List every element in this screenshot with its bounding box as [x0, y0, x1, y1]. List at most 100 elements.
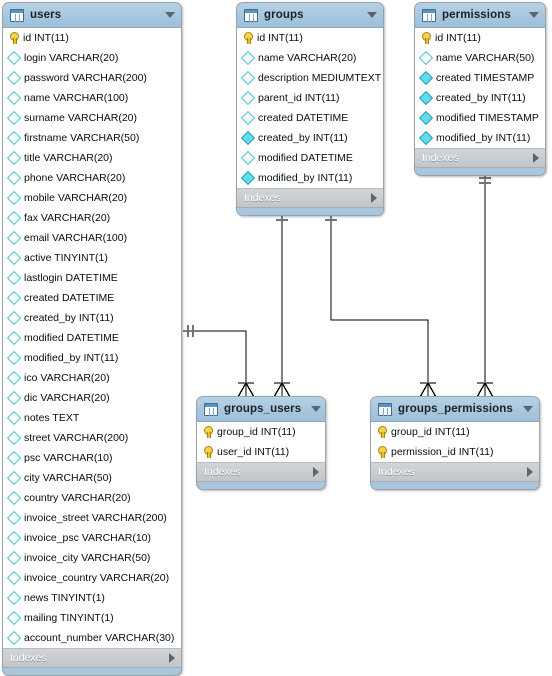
column-row[interactable]: created TIMESTAMP — [415, 68, 545, 88]
column-row[interactable]: notes TEXT — [3, 408, 181, 428]
column-row[interactable]: modified TIMESTAMP — [415, 108, 545, 128]
column-row[interactable]: permission_id INT(11) — [371, 442, 539, 462]
diamond-icon — [6, 550, 22, 566]
indexes-bar-users[interactable]: Indexes — [3, 649, 181, 668]
table-icon — [378, 402, 392, 416]
column-row[interactable]: created_by INT(11) — [3, 308, 181, 328]
column-row[interactable]: created DATETIME — [3, 288, 181, 308]
column-row[interactable]: invoice_street VARCHAR(200) — [3, 508, 181, 528]
column-label: parent_id INT(11) — [258, 92, 340, 104]
table-card-groups_permissions[interactable]: groups_permissions group_id INT(11) permis… — [370, 396, 540, 490]
chevron-down-icon[interactable] — [529, 12, 539, 18]
table-card-permissions[interactable]: permissions id INT(11) name VARCHAR(50) cre… — [414, 2, 546, 176]
indexes-bar-permissions[interactable]: Indexes — [415, 149, 545, 168]
column-row[interactable]: created_by INT(11) — [237, 128, 383, 148]
indexes-bar-groups_permissions[interactable]: Indexes — [371, 463, 539, 482]
column-label: firstname VARCHAR(50) — [24, 132, 140, 144]
column-label: account_number VARCHAR(30) — [24, 632, 175, 644]
column-label: invoice_psc VARCHAR(10) — [24, 532, 152, 544]
column-row[interactable]: modified_by INT(11) — [415, 128, 545, 148]
indexes-bar-groups_users[interactable]: Indexes — [197, 463, 325, 482]
table-header-groups_users[interactable]: groups_users — [197, 397, 325, 422]
column-row[interactable]: fax VARCHAR(20) — [3, 208, 181, 228]
column-row[interactable]: id INT(11) — [415, 28, 545, 48]
table-header-permissions[interactable]: permissions — [415, 3, 545, 28]
column-row[interactable]: psc VARCHAR(10) — [3, 448, 181, 468]
diamond-filled-icon — [418, 110, 434, 126]
chevron-right-icon[interactable] — [533, 153, 539, 163]
column-row[interactable]: surname VARCHAR(20) — [3, 108, 181, 128]
table-card-groups[interactable]: groups id INT(11) name VARCHAR(20) descript… — [236, 2, 384, 216]
column-row[interactable]: modified DATETIME — [237, 148, 383, 168]
column-label: group_id INT(11) — [217, 426, 296, 438]
column-row[interactable]: phone VARCHAR(20) — [3, 168, 181, 188]
column-row[interactable]: mailing TINYINT(1) — [3, 608, 181, 628]
column-row[interactable]: name VARCHAR(20) — [237, 48, 383, 68]
column-row[interactable]: invoice_city VARCHAR(50) — [3, 548, 181, 568]
indexes-bar-groups[interactable]: Indexes — [237, 189, 383, 208]
column-row[interactable]: mobile VARCHAR(20) — [3, 188, 181, 208]
column-row[interactable]: id INT(11) — [237, 28, 383, 48]
column-row[interactable]: street VARCHAR(200) — [3, 428, 181, 448]
column-row[interactable]: created_by INT(11) — [415, 88, 545, 108]
chevron-down-icon[interactable] — [311, 406, 322, 412]
table-icon — [10, 8, 24, 22]
column-label: password VARCHAR(200) — [24, 72, 147, 84]
column-row[interactable]: ico VARCHAR(20) — [3, 368, 181, 388]
column-row[interactable]: invoice_country VARCHAR(20) — [3, 568, 181, 588]
column-row[interactable]: password VARCHAR(200) — [3, 68, 181, 88]
chevron-right-icon[interactable] — [313, 467, 319, 477]
column-label: id INT(11) — [435, 32, 481, 44]
column-row[interactable]: name VARCHAR(100) — [3, 88, 181, 108]
column-row[interactable]: created DATETIME — [237, 108, 383, 128]
column-row[interactable]: title VARCHAR(20) — [3, 148, 181, 168]
column-row[interactable]: country VARCHAR(20) — [3, 488, 181, 508]
column-label: group_id INT(11) — [391, 426, 470, 438]
column-row[interactable]: modified DATETIME — [3, 328, 181, 348]
key-icon — [203, 426, 213, 438]
er-diagram-canvas[interactable]: users id INT(11) login VARCHAR(20) password… — [0, 0, 552, 676]
chevron-down-icon[interactable] — [523, 406, 533, 412]
indexes-label: Indexes — [422, 152, 459, 164]
column-row[interactable]: city VARCHAR(50) — [3, 468, 181, 488]
table-header-groups[interactable]: groups — [237, 3, 383, 28]
column-row[interactable]: modified_by INT(11) — [237, 168, 383, 188]
column-row[interactable]: name VARCHAR(50) — [415, 48, 545, 68]
diamond-icon — [6, 330, 22, 346]
column-row[interactable]: firstname VARCHAR(50) — [3, 128, 181, 148]
table-icon — [244, 8, 258, 22]
chevron-right-icon[interactable] — [169, 653, 175, 663]
column-row[interactable]: email VARCHAR(100) — [3, 228, 181, 248]
column-row[interactable]: id INT(11) — [3, 28, 181, 48]
column-label: invoice_country VARCHAR(20) — [24, 572, 170, 584]
column-label: user_id INT(11) — [217, 446, 290, 458]
column-row[interactable]: lastlogin DATETIME — [3, 268, 181, 288]
column-label: street VARCHAR(200) — [24, 432, 129, 444]
column-row[interactable]: parent_id INT(11) — [237, 88, 383, 108]
table-card-groups_users[interactable]: groups_users group_id INT(11) user_id INT(… — [196, 396, 326, 490]
column-row[interactable]: user_id INT(11) — [197, 442, 325, 462]
column-row[interactable]: modified_by INT(11) — [3, 348, 181, 368]
diamond-icon — [240, 70, 256, 86]
column-label: created_by INT(11) — [24, 312, 114, 324]
column-row[interactable]: active TINYINT(1) — [3, 248, 181, 268]
column-row[interactable]: news TINYINT(1) — [3, 588, 181, 608]
table-header-groups_permissions[interactable]: groups_permissions — [371, 397, 539, 422]
column-row[interactable]: description MEDIUMTEXT — [237, 68, 383, 88]
table-header-users[interactable]: users — [3, 3, 181, 28]
table-card-users[interactable]: users id INT(11) login VARCHAR(20) password… — [2, 2, 182, 676]
diamond-icon — [6, 470, 22, 486]
column-row[interactable]: account_number VARCHAR(30) — [3, 628, 181, 648]
chevron-down-icon[interactable] — [165, 12, 175, 18]
column-row[interactable]: group_id INT(11) — [197, 422, 325, 442]
column-row[interactable]: invoice_psc VARCHAR(10) — [3, 528, 181, 548]
column-label: city VARCHAR(50) — [24, 472, 112, 484]
column-row[interactable]: group_id INT(11) — [371, 422, 539, 442]
column-row[interactable]: dic VARCHAR(20) — [3, 388, 181, 408]
chevron-down-icon[interactable] — [367, 12, 377, 18]
key-icon — [203, 446, 213, 458]
column-row[interactable]: login VARCHAR(20) — [3, 48, 181, 68]
chevron-right-icon[interactable] — [371, 193, 377, 203]
cardinality-many-groups-permissions-group — [419, 381, 437, 398]
chevron-right-icon[interactable] — [527, 467, 533, 477]
